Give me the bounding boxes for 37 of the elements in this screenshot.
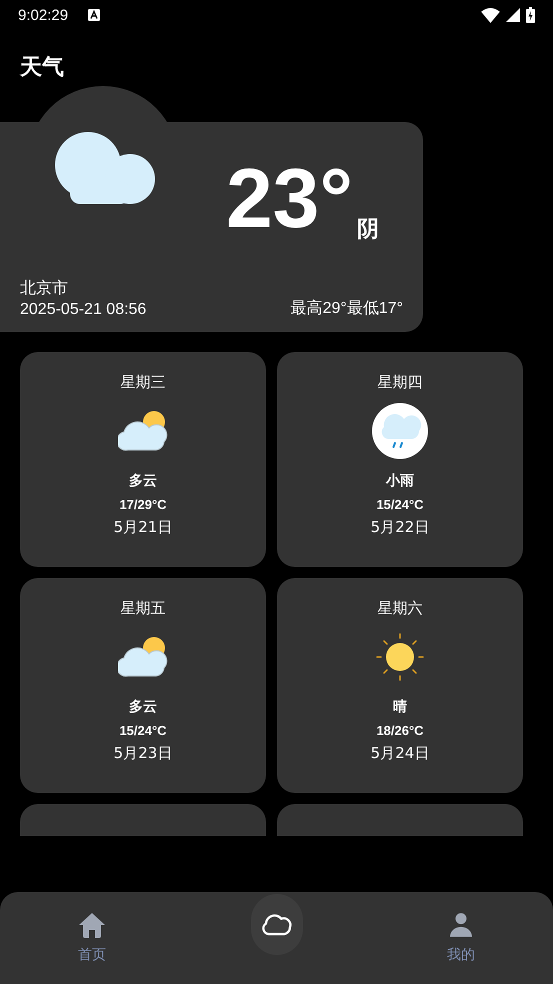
- forecast-condition: 小雨: [386, 472, 414, 490]
- partly-cloudy-icon: [118, 410, 168, 452]
- page-title: 天气: [18, 54, 65, 82]
- forecast-temperature: 15/24°C: [376, 497, 424, 512]
- temperature-range: 最高29°最低17°: [290, 298, 403, 319]
- app-notification-icon: [88, 9, 100, 21]
- weekday: 星期四: [378, 373, 422, 392]
- forecast-date: 5月22日: [370, 518, 430, 537]
- forecast-date: 5月21日: [114, 518, 172, 537]
- nav-tab[interactable]: 我的: [409, 892, 513, 964]
- weekday: 星期六: [378, 599, 422, 618]
- forecast-temperature: 18/26°C: [376, 723, 424, 738]
- cloud-icon: [261, 913, 292, 936]
- forecast-condition: 多云: [129, 698, 157, 716]
- home-icon: [78, 912, 106, 938]
- rain-cloud-icon: [372, 403, 428, 459]
- signal-icon: [506, 8, 520, 22]
- current-condition: 阴: [357, 216, 379, 244]
- status-time: 9:02:29: [18, 6, 68, 24]
- forecast-condition: 晴: [393, 698, 407, 716]
- partly-cloudy-icon: [118, 636, 168, 678]
- user-icon: [450, 912, 472, 938]
- forecast-temperature: 17/29°C: [119, 497, 167, 512]
- weekday: 星期五: [120, 599, 166, 618]
- forecast-temperature: 15/24°C: [119, 723, 167, 738]
- update-time: 2025-05-21 08:56: [20, 301, 146, 319]
- weekday: 星期三: [120, 373, 166, 392]
- nav-tab[interactable]: [250, 894, 302, 955]
- forecast-condition: 多云: [129, 472, 157, 490]
- wifi-icon: [481, 8, 500, 22]
- forecast-date: 5月23日: [114, 744, 172, 763]
- battery-icon: [526, 7, 535, 23]
- forecast-date: 5月24日: [370, 744, 430, 763]
- city-name: 北京市: [20, 278, 69, 299]
- sun-icon: [375, 632, 425, 682]
- current-temperature: 23°: [226, 156, 353, 240]
- nav-tab[interactable]: 首页: [40, 892, 144, 964]
